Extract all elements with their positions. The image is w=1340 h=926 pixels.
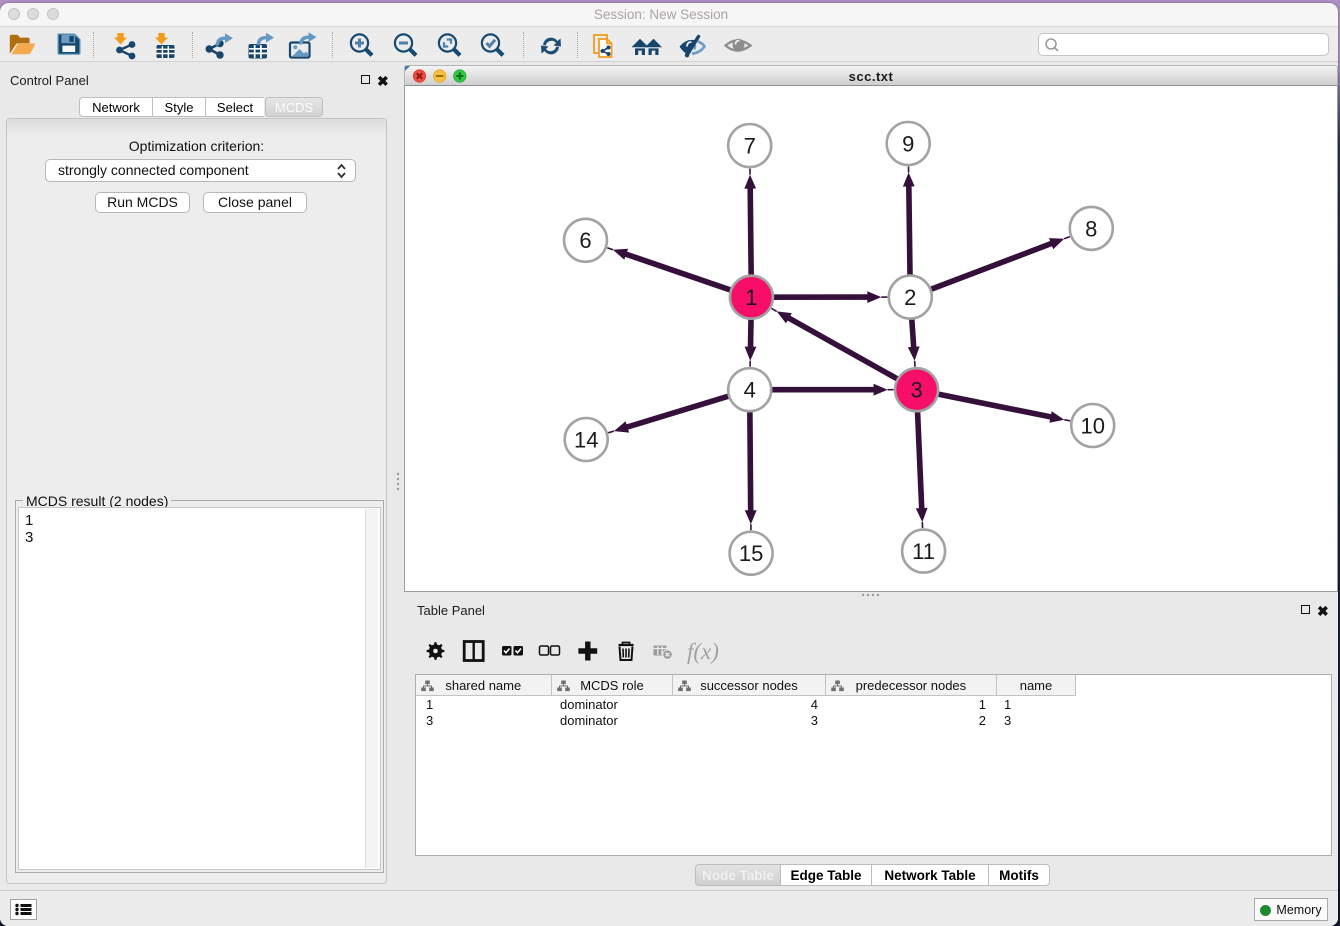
svg-text:6: 6 — [579, 228, 591, 253]
svg-text:8: 8 — [1085, 216, 1097, 241]
svg-text:9: 9 — [902, 131, 914, 156]
svg-text:7: 7 — [744, 134, 756, 159]
svg-text:1: 1 — [745, 285, 757, 310]
svg-text:15: 15 — [739, 541, 763, 566]
svg-text:11: 11 — [912, 539, 935, 564]
svg-text:4: 4 — [744, 378, 756, 403]
svg-text:f(x): f(x) — [687, 639, 719, 664]
svg-text:10: 10 — [1080, 413, 1104, 438]
svg-text:3: 3 — [910, 378, 922, 403]
svg-text:14: 14 — [574, 427, 598, 452]
svg-text:2: 2 — [904, 285, 916, 310]
